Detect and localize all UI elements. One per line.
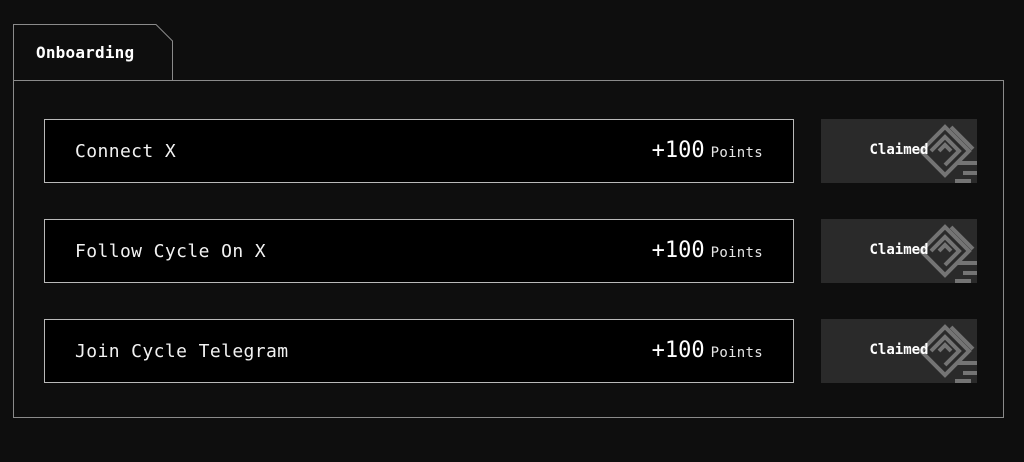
task-row: Join Cycle Telegram +100 Points Claimed	[44, 319, 990, 383]
reward-unit: Points	[710, 145, 763, 161]
task-title: Follow Cycle On X	[75, 241, 267, 262]
claimed-label: Claimed	[869, 342, 929, 358]
task-reward: +100 Points	[652, 238, 763, 263]
claimed-button[interactable]: Claimed	[821, 319, 977, 383]
reward-unit: Points	[710, 245, 763, 261]
task-reward: +100 Points	[652, 138, 763, 163]
task-card: Connect X +100 Points	[44, 119, 794, 183]
task-card: Join Cycle Telegram +100 Points	[44, 319, 794, 383]
reward-amount: +100	[651, 238, 705, 263]
claimed-button[interactable]: Claimed	[821, 119, 977, 183]
task-panel: Connect X +100 Points Claimed Follow Cyc…	[13, 80, 1004, 418]
task-row: Follow Cycle On X +100 Points Claimed	[44, 219, 990, 283]
task-reward: +100 Points	[652, 338, 763, 363]
claimed-label: Claimed	[869, 142, 929, 158]
claimed-button[interactable]: Claimed	[821, 219, 977, 283]
reward-amount: +100	[651, 138, 705, 163]
reward-unit: Points	[710, 345, 763, 361]
task-card: Follow Cycle On X +100 Points	[44, 219, 794, 283]
onboarding-section: Onboarding Connect X +100 Points Claimed…	[0, 0, 1024, 462]
tab-label: Onboarding	[36, 43, 135, 62]
onboarding-tab[interactable]: Onboarding	[13, 24, 173, 81]
task-title: Join Cycle Telegram	[75, 341, 289, 362]
task-title: Connect X	[75, 141, 177, 162]
reward-amount: +100	[651, 338, 705, 363]
task-row: Connect X +100 Points Claimed	[44, 119, 990, 183]
claimed-label: Claimed	[869, 242, 929, 258]
